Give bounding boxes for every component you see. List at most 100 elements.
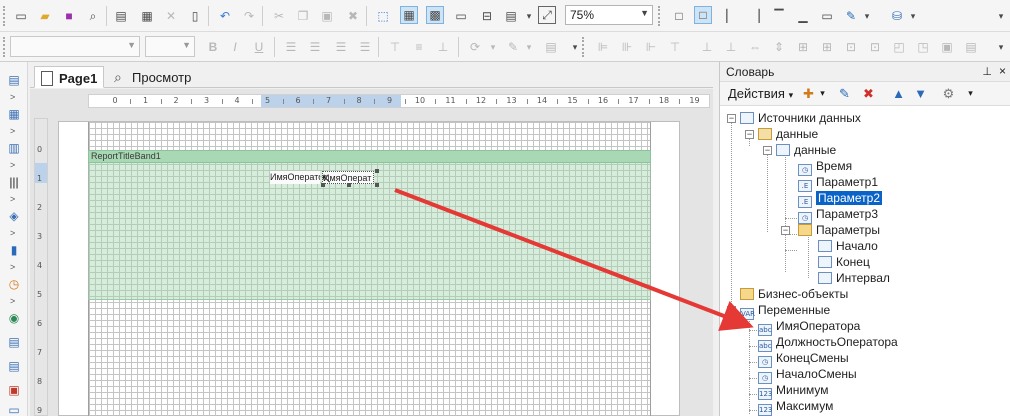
resize-handle[interactable] — [347, 183, 351, 187]
delete-icon[interactable]: ✖ — [344, 7, 362, 25]
space-vertical-icon[interactable]: ⊞ — [818, 38, 836, 56]
page-frame-icon[interactable]: ▭ — [452, 7, 470, 25]
align-justify-icon[interactable]: ☰ — [356, 38, 374, 56]
chevron-right-icon[interactable]: > — [10, 92, 15, 102]
close-icon[interactable]: × — [999, 64, 1006, 78]
tree-node-interval[interactable]: Интервал — [818, 270, 890, 286]
align-tops-icon[interactable]: ⊤ — [666, 38, 684, 56]
align-rights-icon[interactable]: ⊩ — [642, 38, 660, 56]
bring-front-icon[interactable]: ◰ — [890, 38, 908, 56]
same-size-icon[interactable]: ▣ — [938, 38, 956, 56]
border-right-icon[interactable]: ▕ — [746, 7, 764, 25]
new-page-icon[interactable]: ▤ — [112, 7, 130, 25]
center-horizontal-icon[interactable]: ⊡ — [842, 38, 860, 56]
bold-icon[interactable]: B — [204, 38, 222, 56]
tree-node-operator-position[interactable]: abc ДолжностьОператора — [758, 334, 898, 352]
save-icon[interactable]: ■ — [60, 7, 78, 25]
preview-icon[interactable]: ⌕ — [84, 7, 102, 25]
page-setup-icon[interactable]: ▯ — [186, 7, 204, 25]
space-horizontal-icon[interactable]: ⊞ — [794, 38, 812, 56]
tree-node-start[interactable]: Начало — [818, 238, 878, 254]
chevron-right-icon[interactable]: > — [10, 194, 15, 204]
chevron-right-icon[interactable]: > — [10, 228, 15, 238]
zoom-dropdown[interactable]: 75% ▼ — [565, 5, 653, 25]
tree-collapse-toggle[interactable]: − — [763, 146, 772, 155]
align-bottoms-icon[interactable]: ⊥ — [722, 38, 740, 56]
barcode-icon[interactable]: ||| — [6, 174, 22, 190]
align-centers-icon[interactable]: ⊪ — [618, 38, 636, 56]
cut-icon[interactable]: ✂ — [270, 7, 288, 25]
border-left-icon[interactable]: ▏ — [722, 7, 740, 25]
tree-collapse-toggle[interactable]: − — [727, 306, 736, 315]
align-middles-icon[interactable]: ⊥ — [698, 38, 716, 56]
same-width-icon[interactable]: ⇔ — [746, 38, 764, 56]
chevron-down-icon[interactable]: ▾ — [520, 7, 538, 25]
band-icon[interactable]: ▤ — [6, 72, 22, 88]
map-icon[interactable]: ◉ — [6, 310, 22, 326]
chevron-right-icon[interactable]: > — [10, 160, 15, 170]
tree-collapse-toggle[interactable]: − — [781, 226, 790, 235]
rich-text-icon[interactable]: ▤ — [6, 334, 22, 350]
tree-node-maximum[interactable]: 123 Максимум — [758, 398, 833, 416]
move-up-icon[interactable]: ▲ — [890, 85, 907, 102]
same-height-icon[interactable]: ⇕ — [770, 38, 788, 56]
resize-handle[interactable] — [375, 169, 379, 173]
report-page[interactable]: ReportTitleBand1 ИмяОператора ИмяОперат … — [58, 121, 680, 416]
font-size-combo[interactable]: ▼ — [145, 36, 195, 57]
subreport-icon[interactable]: ▤ — [6, 358, 22, 374]
valign-bottom-icon[interactable]: ⊥ — [434, 38, 452, 56]
tree-collapse-toggle[interactable]: − — [727, 114, 736, 123]
toolbar-overflow-icon[interactable]: ▾ — [992, 7, 1010, 25]
chevron-down-icon[interactable]: ▾ — [814, 85, 831, 102]
tree-node-business-objects[interactable]: Бизнес-объекты — [740, 286, 848, 302]
toolbar-grip[interactable] — [3, 37, 9, 57]
tree-node-param2[interactable]: .E Параметр2 — [798, 190, 883, 208]
copy-icon[interactable]: ❐ — [294, 7, 312, 25]
rotate-icon[interactable]: ⟳ — [466, 38, 484, 56]
valign-center-icon[interactable]: ≡ — [410, 38, 428, 56]
align-lefts-icon[interactable]: ⊫ — [594, 38, 612, 56]
move-down-icon[interactable]: ▼ — [912, 85, 929, 102]
table-object-icon[interactable]: ▥ — [6, 140, 22, 156]
no-border-icon[interactable]: ▭ — [818, 7, 836, 25]
align-left-icon[interactable]: ☰ — [282, 38, 300, 56]
new-dialog-icon[interactable]: ▦ — [138, 7, 156, 25]
chevron-down-icon[interactable]: ▾ — [484, 38, 502, 56]
border-top-icon[interactable]: ▔ — [770, 7, 788, 25]
new-report-icon[interactable]: ▭ — [12, 7, 30, 25]
send-back-icon[interactable]: ◳ — [914, 38, 932, 56]
delete-icon[interactable]: ✖ — [860, 85, 877, 102]
border-bottom-icon[interactable]: ▁ — [794, 7, 812, 25]
text-object-icon[interactable]: ▦ — [6, 106, 22, 122]
toolbar-grip[interactable] — [582, 37, 588, 57]
chevron-right-icon[interactable]: > — [10, 262, 15, 272]
select-all-icon[interactable]: ⬚ — [374, 7, 392, 25]
fit-icon[interactable]: ▤ — [962, 38, 980, 56]
tree-collapse-toggle[interactable]: − — [745, 130, 754, 139]
group-icon[interactable]: ⊟ — [478, 7, 496, 25]
chart-icon[interactable]: ▮ — [6, 242, 22, 258]
font-name-combo[interactable]: ▼ — [10, 36, 140, 57]
chevron-down-icon[interactable]: ▾ — [520, 38, 538, 56]
toolbar-grip[interactable] — [658, 6, 664, 26]
tree-node-shift-end[interactable]: ◷ КонецСмены — [758, 350, 849, 368]
open-folder-icon[interactable]: ▰ — [36, 7, 54, 25]
tab-preview[interactable]: ⌕ Просмотр — [108, 66, 218, 88]
design-canvas[interactable]: 0 1 2 3 4 5 6 7 8 9 10 11 12 13 14 15 16 17 18 19 012345678… — [30, 89, 713, 416]
actions-menu[interactable]: Действия ▾ — [728, 86, 793, 101]
picture-icon[interactable]: ▭ — [6, 402, 22, 416]
tree-node-end[interactable]: Конец — [818, 254, 870, 270]
tree-node-table[interactable]: данные — [776, 142, 836, 158]
toolbar-overflow-icon[interactable]: ▾ — [992, 38, 1010, 56]
chevron-right-icon[interactable]: > — [10, 126, 15, 136]
tree-node-param3[interactable]: ◷ Параметр3 — [798, 206, 878, 224]
delete-page-icon[interactable]: ✕ — [162, 7, 180, 25]
tree-node-param1[interactable]: .E Параметр1 — [798, 174, 878, 192]
chevron-down-icon[interactable]: ▾ — [962, 85, 979, 102]
underline-icon[interactable]: U — [250, 38, 268, 56]
tab-page1[interactable]: Page1 — [34, 66, 104, 88]
fit-page-icon[interactable]: ⤢ — [538, 6, 556, 24]
border-frame-icon[interactable]: □ — [670, 7, 688, 25]
undo-icon[interactable]: ↶ — [216, 7, 234, 25]
tree-node-variables[interactable]: VAR Переменные — [740, 302, 830, 320]
